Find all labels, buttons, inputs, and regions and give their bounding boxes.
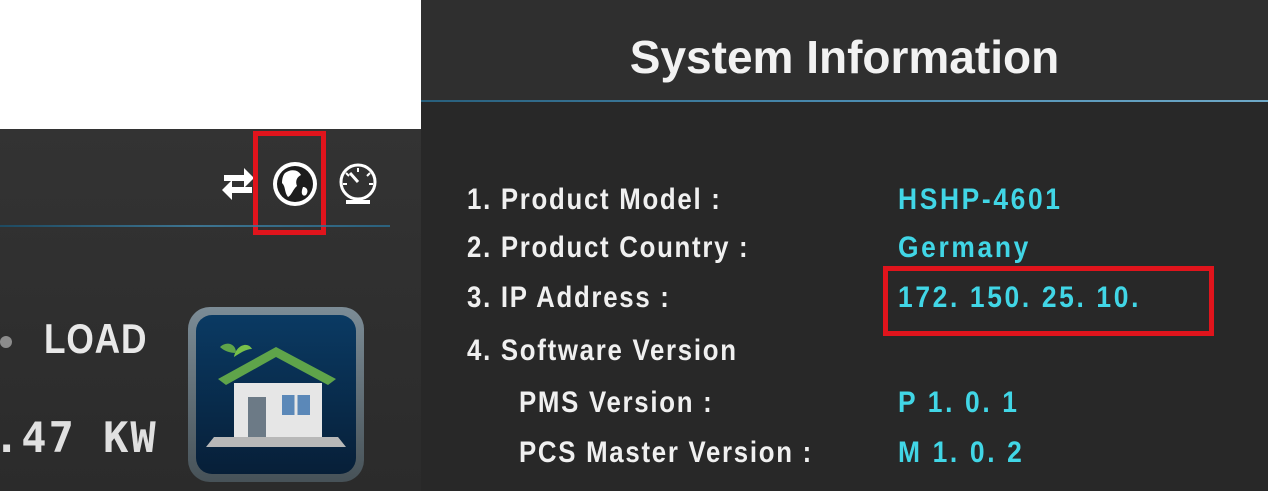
pcs-master-version-value: M 1. 0. 2 — [898, 436, 1025, 469]
software-version-label: 4. Software Version — [467, 334, 738, 367]
ip-highlight-box — [883, 266, 1214, 336]
header-divider — [421, 100, 1268, 102]
house-button[interactable] — [188, 307, 364, 482]
load-indicator-dot — [0, 336, 12, 348]
system-information-panel: System Information 1. Product Model : HS… — [421, 0, 1268, 491]
product-model-label: 1. Product Model : — [467, 183, 722, 216]
divider-line — [0, 225, 390, 227]
dashboard-panel: LOAD .47 KW — [0, 129, 421, 491]
globe-highlight-box — [253, 131, 326, 235]
pcs-master-version-label: PCS Master Version : — [519, 436, 813, 469]
product-country-value: Germany — [898, 231, 1031, 264]
pms-version-label: PMS Version : — [519, 386, 714, 419]
page-title: System Information — [629, 31, 1060, 83]
load-label: LOAD — [44, 315, 148, 362]
gauge-icon[interactable] — [337, 162, 379, 206]
panel-header: System Information — [421, 0, 1268, 100]
house-icon — [206, 343, 346, 447]
load-value: .47 KW — [0, 413, 158, 462]
sync-arrows-icon[interactable] — [218, 163, 258, 203]
product-model-value: HSHP-4601 — [898, 183, 1063, 216]
product-country-label: 2. Product Country : — [467, 231, 750, 264]
house-tile-inner — [196, 315, 356, 474]
pms-version-value: P 1. 0. 1 — [898, 386, 1020, 419]
ip-address-label: 3. IP Address : — [467, 281, 671, 314]
